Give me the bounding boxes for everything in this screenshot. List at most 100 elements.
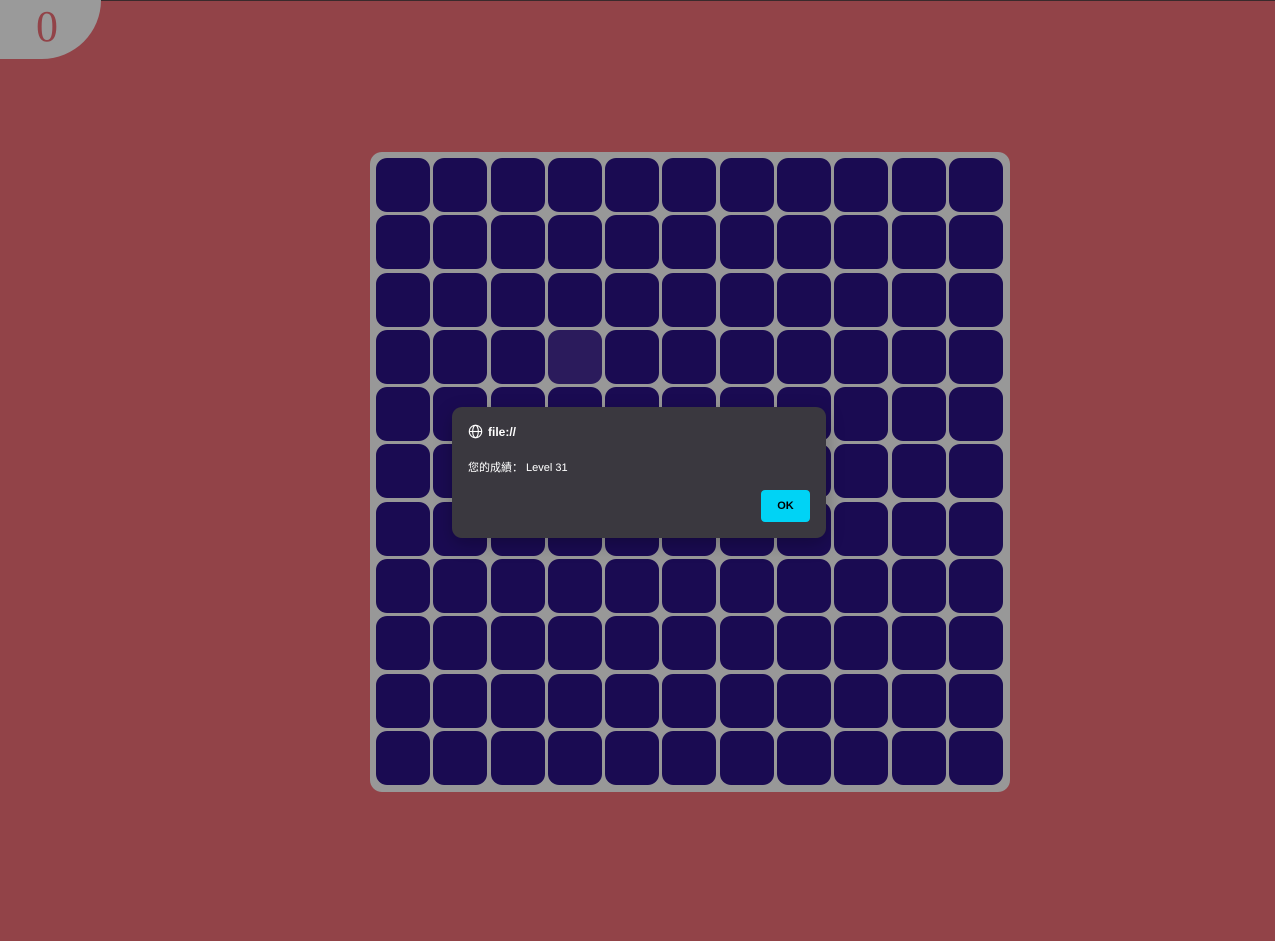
board-tile[interactable]: [605, 673, 660, 728]
board-tile[interactable]: [834, 559, 889, 614]
board-tile[interactable]: [719, 730, 774, 785]
board-tile[interactable]: [433, 616, 488, 671]
odd-color-tile[interactable]: [547, 329, 602, 384]
board-tile[interactable]: [891, 215, 946, 270]
board-tile[interactable]: [719, 158, 774, 212]
board-tile[interactable]: [605, 559, 660, 614]
board-tile[interactable]: [605, 215, 660, 270]
board-tile[interactable]: [891, 387, 946, 442]
board-tile[interactable]: [376, 329, 430, 384]
board-tile[interactable]: [777, 673, 832, 728]
board-tile[interactable]: [719, 272, 774, 327]
board-tile[interactable]: [662, 272, 717, 327]
board-tile[interactable]: [547, 559, 602, 614]
board-tile[interactable]: [547, 616, 602, 671]
board-tile[interactable]: [777, 616, 832, 671]
board-tile[interactable]: [376, 387, 430, 442]
board-tile[interactable]: [719, 673, 774, 728]
board-tile[interactable]: [376, 158, 430, 212]
board-tile[interactable]: [948, 730, 1003, 785]
board-tile[interactable]: [490, 272, 545, 327]
board-tile[interactable]: [376, 673, 430, 728]
board-tile[interactable]: [891, 444, 946, 499]
board-tile[interactable]: [547, 730, 602, 785]
board-tile[interactable]: [777, 272, 832, 327]
board-tile[interactable]: [719, 616, 774, 671]
board-tile[interactable]: [433, 673, 488, 728]
board-tile[interactable]: [834, 158, 889, 212]
board-tile[interactable]: [948, 387, 1003, 442]
board-tile[interactable]: [433, 329, 488, 384]
board-tile[interactable]: [490, 559, 545, 614]
board-tile[interactable]: [891, 673, 946, 728]
board-tile[interactable]: [891, 559, 946, 614]
board-tile[interactable]: [948, 616, 1003, 671]
board-tile[interactable]: [948, 272, 1003, 327]
board-tile[interactable]: [376, 215, 430, 270]
board-tile[interactable]: [376, 501, 430, 556]
board-tile[interactable]: [433, 272, 488, 327]
board-tile[interactable]: [834, 272, 889, 327]
board-tile[interactable]: [948, 559, 1003, 614]
ok-button[interactable]: OK: [761, 490, 810, 522]
board-tile[interactable]: [834, 215, 889, 270]
board-tile[interactable]: [777, 730, 832, 785]
board-tile[interactable]: [376, 272, 430, 327]
board-tile[interactable]: [490, 158, 545, 212]
board-tile[interactable]: [433, 730, 488, 785]
board-tile[interactable]: [662, 616, 717, 671]
board-tile[interactable]: [948, 329, 1003, 384]
board-tile[interactable]: [891, 501, 946, 556]
board-tile[interactable]: [948, 673, 1003, 728]
board-tile[interactable]: [719, 329, 774, 384]
board-tile[interactable]: [719, 559, 774, 614]
board-tile[interactable]: [662, 730, 717, 785]
board-tile[interactable]: [719, 215, 774, 270]
board-tile[interactable]: [376, 730, 430, 785]
board-tile[interactable]: [891, 272, 946, 327]
board-tile[interactable]: [891, 158, 946, 212]
board-tile[interactable]: [948, 158, 1003, 212]
board-tile[interactable]: [777, 559, 832, 614]
board-tile[interactable]: [834, 673, 889, 728]
board-tile[interactable]: [834, 444, 889, 499]
board-tile[interactable]: [376, 616, 430, 671]
board-tile[interactable]: [547, 272, 602, 327]
board-tile[interactable]: [605, 730, 660, 785]
board-tile[interactable]: [834, 387, 889, 442]
board-tile[interactable]: [547, 215, 602, 270]
board-tile[interactable]: [662, 329, 717, 384]
board-tile[interactable]: [948, 215, 1003, 270]
board-tile[interactable]: [834, 329, 889, 384]
board-tile[interactable]: [605, 158, 660, 212]
board-tile[interactable]: [891, 329, 946, 384]
board-tile[interactable]: [490, 329, 545, 384]
board-tile[interactable]: [777, 215, 832, 270]
board-tile[interactable]: [662, 673, 717, 728]
board-tile[interactable]: [891, 616, 946, 671]
board-tile[interactable]: [891, 730, 946, 785]
board-tile[interactable]: [490, 616, 545, 671]
board-tile[interactable]: [834, 730, 889, 785]
board-tile[interactable]: [605, 272, 660, 327]
board-tile[interactable]: [834, 616, 889, 671]
board-tile[interactable]: [662, 158, 717, 212]
board-tile[interactable]: [433, 215, 488, 270]
board-tile[interactable]: [433, 158, 488, 212]
board-tile[interactable]: [547, 673, 602, 728]
board-tile[interactable]: [948, 501, 1003, 556]
board-tile[interactable]: [490, 730, 545, 785]
board-tile[interactable]: [834, 501, 889, 556]
board-tile[interactable]: [662, 215, 717, 270]
board-tile[interactable]: [777, 158, 832, 212]
board-tile[interactable]: [490, 673, 545, 728]
board-tile[interactable]: [490, 215, 545, 270]
board-tile[interactable]: [948, 444, 1003, 499]
board-tile[interactable]: [777, 329, 832, 384]
board-tile[interactable]: [605, 329, 660, 384]
board-tile[interactable]: [376, 444, 430, 499]
board-tile[interactable]: [662, 559, 717, 614]
board-tile[interactable]: [547, 158, 602, 212]
board-tile[interactable]: [376, 559, 430, 614]
board-tile[interactable]: [605, 616, 660, 671]
